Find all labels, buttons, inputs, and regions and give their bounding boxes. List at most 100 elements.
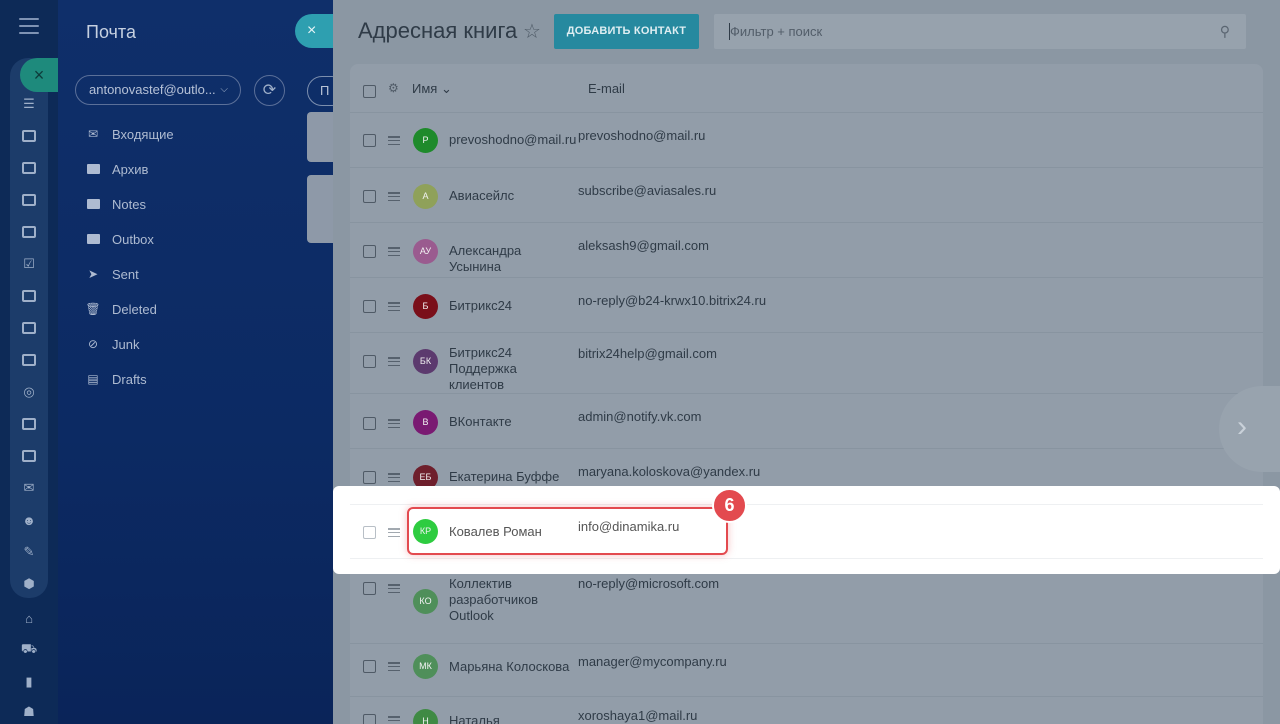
filter-icon[interactable]: ☰: [20, 95, 38, 113]
table-row[interactable]: P prevoshodno@mail.ru prevoshodno@mail.r…: [350, 112, 1263, 167]
chat-icon[interactable]: [20, 223, 38, 241]
contacts-icon[interactable]: [20, 159, 38, 177]
analytics-icon[interactable]: ▮: [20, 673, 38, 691]
row-checkbox[interactable]: [363, 526, 376, 539]
search-input[interactable]: Фильтр + поиск ⚲: [714, 14, 1246, 49]
row-checkbox[interactable]: [363, 300, 376, 313]
calendar-icon[interactable]: [20, 319, 38, 337]
contact-email[interactable]: bitrix24help@gmail.com: [578, 346, 717, 361]
contact-name[interactable]: Марьяна Колоскова: [449, 659, 574, 675]
table-row[interactable]: Б Битрикс24 no-reply@b24-krwx10.bitrix24…: [350, 277, 1263, 332]
store-icon[interactable]: ⌂: [20, 609, 38, 627]
star-icon[interactable]: ☆: [523, 19, 541, 44]
trash-icon: 🗑: [85, 302, 101, 316]
sign-icon[interactable]: ✎: [20, 543, 38, 561]
table-row[interactable]: БК Битрикс24 Поддержка клиентов bitrix24…: [350, 332, 1263, 393]
close-icon[interactable]: ×: [20, 58, 58, 92]
drag-handle-icon[interactable]: [388, 584, 400, 593]
target-icon[interactable]: ◎: [20, 383, 38, 401]
row-checkbox[interactable]: [363, 471, 376, 484]
row-checkbox[interactable]: [363, 134, 376, 147]
planner-icon[interactable]: [20, 351, 38, 369]
folder-sent[interactable]: ➤ Sent: [86, 264, 139, 284]
contact-email[interactable]: admin@notify.vk.com: [578, 409, 702, 424]
address-book-panel: Адресная книга ☆ ДОБАВИТЬ КОНТАКТ Фильтр…: [333, 0, 1280, 724]
contact-email[interactable]: maryana.koloskova@yandex.ru: [578, 464, 760, 479]
row-checkbox[interactable]: [363, 582, 376, 595]
contact-email[interactable]: no-reply@b24-krwx10.bitrix24.ru: [578, 293, 766, 308]
drive-icon[interactable]: [20, 447, 38, 465]
contact-name[interactable]: Авиасейлс: [449, 188, 574, 204]
row-checkbox[interactable]: [363, 714, 376, 724]
contact-name[interactable]: Екатерина Буффе: [449, 469, 574, 485]
drag-handle-icon[interactable]: [388, 716, 400, 724]
avatar: A: [413, 184, 438, 209]
avatar: B: [413, 410, 438, 435]
row-divider: [350, 558, 1263, 559]
contact-name[interactable]: Наталья: [449, 713, 574, 724]
drag-handle-icon[interactable]: [388, 528, 400, 537]
add-contact-button[interactable]: ДОБАВИТЬ КОНТАКТ: [554, 14, 699, 49]
contact-name[interactable]: Александра Усынина: [449, 243, 574, 275]
contact-name[interactable]: Битрикс24: [449, 298, 574, 314]
search-icon[interactable]: ⚲: [1220, 14, 1230, 49]
video-icon[interactable]: [20, 191, 38, 209]
table-row[interactable]: A Авиасейлс subscribe@aviasales.ru: [350, 167, 1263, 222]
table-row[interactable]: Н Наталья xoroshaya1@mail.ru: [350, 696, 1263, 724]
table-row[interactable]: МК Марьяна Колоскова manager@mycompany.r…: [350, 643, 1263, 696]
contact-name[interactable]: Битрикс24 Поддержка клиентов: [449, 345, 574, 393]
tasks-icon[interactable]: ☑: [20, 255, 38, 273]
account-label: antonovastef@outlo...: [89, 82, 216, 97]
contact-name[interactable]: Коллектив разработчиков Outlook: [449, 576, 559, 624]
drag-handle-icon[interactable]: [388, 473, 400, 482]
column-name[interactable]: Имя ⌄: [412, 81, 452, 97]
folder-inbox[interactable]: ✉ Входящие: [86, 124, 174, 144]
edit-icon[interactable]: [20, 127, 38, 145]
hexagon-icon[interactable]: ⬢: [20, 575, 38, 593]
contact-email[interactable]: manager@mycompany.ru: [578, 654, 727, 669]
search-placeholder: Фильтр + поиск: [730, 24, 823, 39]
select-all-checkbox[interactable]: [363, 85, 376, 98]
row-checkbox[interactable]: [363, 417, 376, 430]
drag-handle-icon[interactable]: [388, 662, 400, 671]
contact-email[interactable]: xoroshaya1@mail.ru: [578, 708, 697, 723]
drag-handle-icon[interactable]: [388, 247, 400, 256]
row-checkbox[interactable]: [363, 660, 376, 673]
row-checkbox[interactable]: [363, 355, 376, 368]
contact-email[interactable]: prevoshodno@mail.ru: [578, 128, 705, 143]
drag-handle-icon[interactable]: [388, 357, 400, 366]
table-row[interactable]: АУ Александра Усынина aleksash9@gmail.co…: [350, 222, 1263, 277]
document-icon[interactable]: [20, 415, 38, 433]
contact-name[interactable]: ВКонтакте: [449, 414, 574, 430]
refresh-button[interactable]: ⟳: [254, 75, 285, 106]
cart-icon[interactable]: ⛟: [20, 641, 38, 659]
contact-email[interactable]: subscribe@aviasales.ru: [578, 183, 716, 198]
folder-label: Notes: [112, 196, 146, 212]
folder-notes[interactable]: Notes: [86, 194, 146, 214]
folder-icon: [86, 233, 100, 245]
gear-icon[interactable]: ⚙: [388, 81, 399, 95]
folder-outbox[interactable]: Outbox: [86, 229, 154, 249]
folder-junk[interactable]: ⊘ Junk: [86, 334, 140, 354]
group-icon[interactable]: ☻: [20, 511, 38, 529]
drag-handle-icon[interactable]: [388, 192, 400, 201]
contact-email[interactable]: aleksash9@gmail.com: [578, 238, 709, 253]
contact-name[interactable]: prevoshodno@mail.ru: [449, 132, 576, 148]
folder-label: Outbox: [112, 231, 154, 247]
drag-handle-icon[interactable]: [388, 302, 400, 311]
drag-handle-icon[interactable]: [388, 419, 400, 428]
row-checkbox[interactable]: [363, 190, 376, 203]
table-row[interactable]: B ВКонтакте admin@notify.vk.com: [350, 393, 1263, 448]
account-selector[interactable]: antonovastef@outlo... ⌵: [75, 75, 241, 105]
messages-icon[interactable]: [20, 287, 38, 305]
row-checkbox[interactable]: [363, 245, 376, 258]
contact-email[interactable]: no-reply@microsoft.com: [578, 576, 719, 591]
menu-icon[interactable]: [19, 18, 39, 34]
folder-deleted[interactable]: 🗑 Deleted: [85, 299, 156, 319]
robot-icon[interactable]: ☗: [20, 703, 38, 721]
folder-archive[interactable]: Архив: [86, 159, 148, 179]
drag-handle-icon[interactable]: [388, 136, 400, 145]
chevron-down-icon: ⌵: [220, 84, 228, 95]
folder-drafts[interactable]: ▤ Drafts: [86, 369, 146, 389]
mail-icon[interactable]: ✉: [20, 479, 38, 497]
